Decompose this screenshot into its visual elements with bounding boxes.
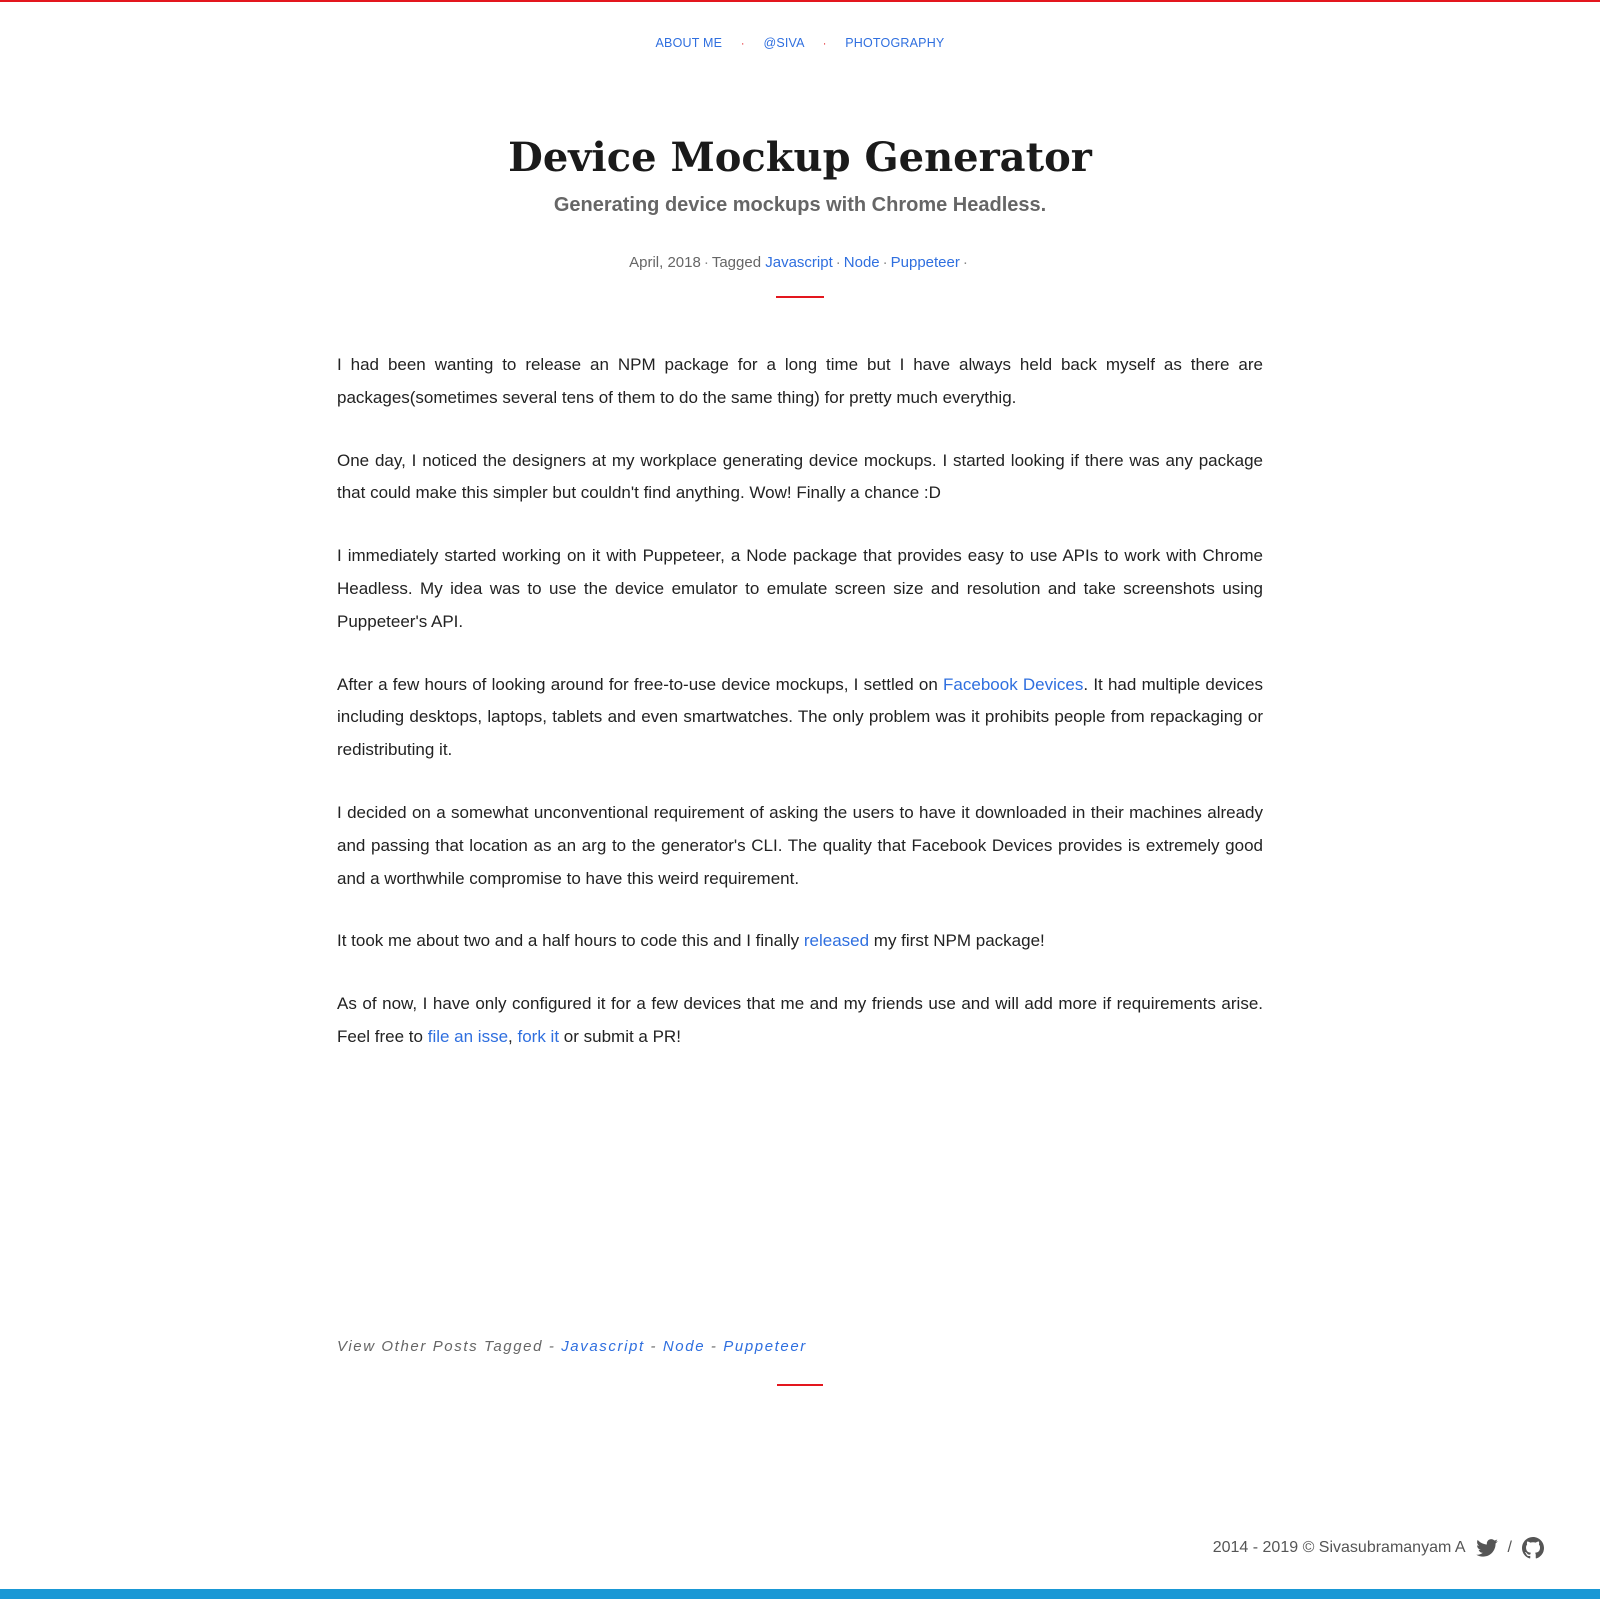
top-nav: ABOUT ME · @SIVA · PHOTOGRAPHY [0, 36, 1600, 50]
copyright-text: 2014 - 2019 © Sivasubramanyam A [1212, 1539, 1466, 1556]
nav-separator: · [822, 38, 827, 50]
related-tags-label: View Other Posts Tagged - [337, 1338, 562, 1355]
twitter-icon[interactable] [1475, 1539, 1498, 1557]
released-link[interactable]: released [804, 931, 869, 950]
footer-slash: / [1507, 1539, 1512, 1556]
paragraph-text: or submit a PR! [559, 1026, 681, 1046]
nav-photography-link[interactable]: PHOTOGRAPHY [845, 36, 944, 50]
paragraph-text: After a few hours of looking around for … [337, 674, 944, 694]
post-title: Device Mockup Generator [508, 134, 1092, 181]
meta-separator: · [962, 254, 968, 271]
paragraph: As of now, I have only configured it for… [337, 988, 1263, 1054]
paragraph: I immediately started working on it with… [337, 546, 1263, 631]
paragraph: It took me about two and a half hours to… [337, 925, 1263, 958]
related-tag-separator: - [705, 1338, 724, 1355]
related-tags: View Other Posts Tagged - Javascript - N… [337, 1338, 1263, 1355]
meta-separator: · [703, 254, 709, 271]
github-icon[interactable] [1522, 1537, 1544, 1559]
paragraph-text: It took me about two and a half hours to… [337, 931, 804, 951]
nav-siva-link[interactable]: @SIVA [763, 36, 804, 50]
site-footer: 2014 - 2019 © Sivasubramanyam A / [1213, 1535, 1544, 1561]
paragraph: After a few hours of looking around for … [337, 669, 1263, 767]
paragraph: One day, I noticed the designers at my w… [337, 450, 1263, 503]
top-accent-bar [0, 0, 1600, 2]
post-body: I had been wanting to release an NPM pac… [337, 349, 1263, 1084]
tag-link-node[interactable]: Node [844, 254, 880, 271]
tag-link-javascript[interactable]: Javascript [765, 254, 833, 271]
post-date: April, 2018 [629, 254, 701, 271]
paragraph: I had been wanting to release an NPM pac… [337, 355, 1263, 407]
fork-it-link[interactable]: fork it [518, 1027, 560, 1046]
post-meta: April, 2018 · Tagged Javascript · Node · Puppe… [0, 251, 1600, 275]
bottom-accent-bar [0, 1589, 1600, 1599]
meta-separator: · [882, 254, 888, 271]
file-an-issue-link[interactable]: file an isse [428, 1027, 508, 1046]
tag-link-puppeteer[interactable]: Puppeteer [891, 254, 960, 271]
related-tag-javascript[interactable]: Javascript [561, 1338, 645, 1355]
facebook-devices-link[interactable]: Facebook Devices [943, 675, 1083, 694]
meta-separator: · [835, 254, 841, 271]
related-tag-separator: - [644, 1338, 663, 1355]
nav-about-me-link[interactable]: ABOUT ME [656, 36, 723, 50]
footer-divider [777, 1384, 823, 1386]
header-divider [776, 296, 824, 298]
related-tag-puppeteer[interactable]: Puppeteer [723, 1338, 807, 1355]
paragraph-text: , [508, 1026, 518, 1046]
tagged-label: Tagged [711, 254, 762, 271]
related-tag-node[interactable]: Node [663, 1338, 705, 1355]
post-subtitle: Generating device mockups with Chrome He… [553, 194, 1047, 216]
paragraph: I decided on a somewhat unconventional r… [337, 802, 1263, 888]
nav-separator: · [740, 38, 745, 50]
paragraph-text: my first NPM package! [869, 931, 1045, 951]
